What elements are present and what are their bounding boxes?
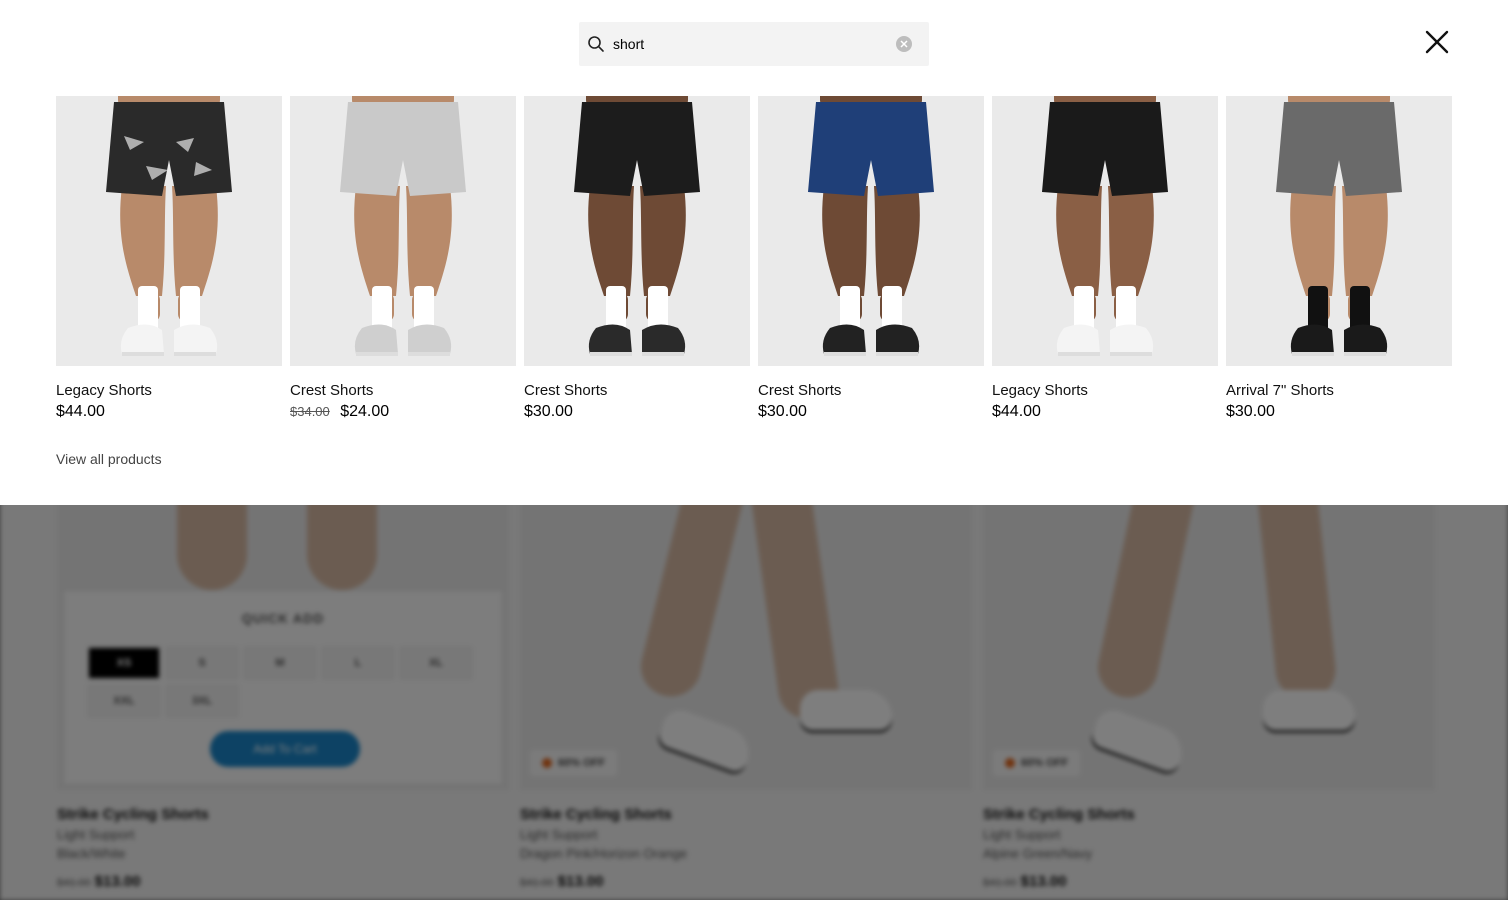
product-name[interactable]: Legacy Shorts <box>56 382 282 399</box>
product-current-price: $24.00 <box>340 403 390 420</box>
product-image[interactable] <box>524 96 750 366</box>
search-icon <box>588 36 604 52</box>
product-card[interactable]: Arrival 7" Shorts $30.00 <box>1226 96 1452 421</box>
product-current-price: $44.00 <box>56 403 105 420</box>
search-input[interactable] <box>613 22 893 66</box>
product-image[interactable] <box>1226 96 1452 366</box>
search-overlay: Legacy Shorts $44.00 <box>0 0 1508 505</box>
product-card[interactable]: Legacy Shorts $44.00 <box>992 96 1218 421</box>
close-icon[interactable] <box>1424 29 1450 55</box>
modal-backdrop[interactable] <box>0 505 1508 900</box>
product-current-price: $44.00 <box>992 403 1041 420</box>
product-image[interactable] <box>992 96 1218 366</box>
clear-icon <box>900 40 908 48</box>
product-price: $34.00 $24.00 <box>290 403 516 421</box>
product-current-price: $30.00 <box>1226 403 1275 420</box>
product-current-price: $30.00 <box>524 403 573 420</box>
product-price: $30.00 <box>758 403 984 421</box>
product-name[interactable]: Arrival 7" Shorts <box>1226 382 1452 399</box>
product-price: $30.00 <box>524 403 750 421</box>
product-price: $44.00 <box>56 403 282 421</box>
search-bar <box>579 22 929 66</box>
product-name[interactable]: Crest Shorts <box>290 382 516 399</box>
product-name[interactable]: Crest Shorts <box>524 382 750 399</box>
product-name[interactable]: Legacy Shorts <box>992 382 1218 399</box>
product-old-price: $34.00 <box>290 404 330 419</box>
product-price: $30.00 <box>1226 403 1452 421</box>
product-card[interactable]: Crest Shorts $30.00 <box>524 96 750 421</box>
product-card[interactable]: Crest Shorts $30.00 <box>758 96 984 421</box>
product-card[interactable]: Legacy Shorts $44.00 <box>56 96 282 421</box>
product-image[interactable] <box>290 96 516 366</box>
clear-search-button[interactable] <box>896 36 912 52</box>
view-all-products-link[interactable]: View all products <box>56 451 162 467</box>
product-name[interactable]: Crest Shorts <box>758 382 984 399</box>
search-results: Legacy Shorts $44.00 Crest Shorts $34.00… <box>56 96 1452 421</box>
product-image[interactable] <box>758 96 984 366</box>
product-image[interactable] <box>56 96 282 366</box>
product-card[interactable]: Crest Shorts $34.00 $24.00 <box>290 96 516 421</box>
product-current-price: $30.00 <box>758 403 807 420</box>
product-price: $44.00 <box>992 403 1218 421</box>
